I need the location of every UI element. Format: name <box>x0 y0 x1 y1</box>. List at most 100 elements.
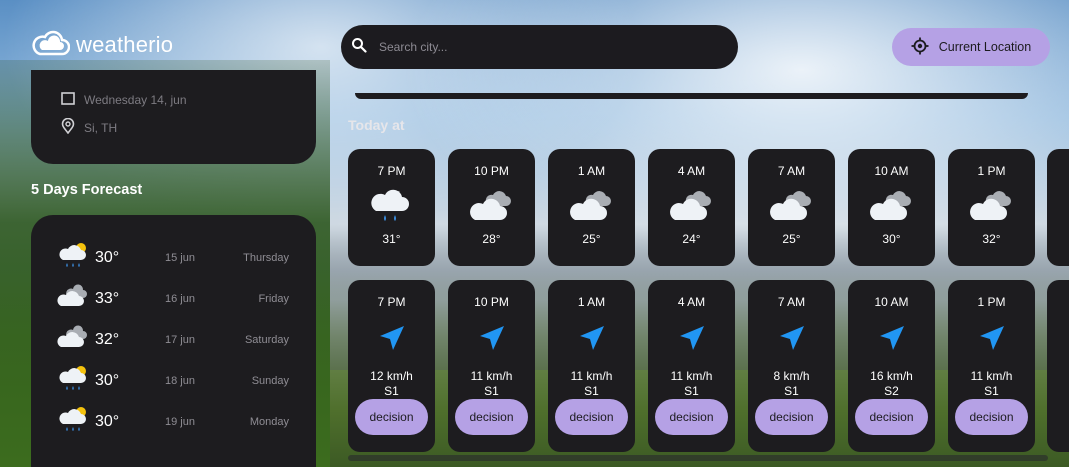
hour-temp: 24° <box>682 232 701 246</box>
decision-button[interactable]: decision <box>855 399 928 435</box>
hour-time: 1 PM <box>977 295 1006 309</box>
hourly-temp-card-partial <box>1047 149 1069 266</box>
wind-direction-icon <box>978 323 1006 353</box>
forecast-row: 30° 18 jun Sunday <box>57 363 289 399</box>
rain-night-icon <box>370 186 414 228</box>
hourly-wind-card: 10 PM 11 km/h S1 decision <box>448 280 535 452</box>
forecast-temp: 30° <box>95 249 120 266</box>
search-icon[interactable] <box>351 37 367 57</box>
hour-time: 10 PM <box>474 295 509 309</box>
forecast-temp: 30° <box>95 413 120 430</box>
hourly-temp-card: 4 AM 24° <box>648 149 735 266</box>
today-title: Today at <box>348 117 405 133</box>
hourly-wind-card: 4 AM 11 km/h S1 decision <box>648 280 735 452</box>
current-location-button[interactable]: Current Location <box>892 28 1050 66</box>
hour-time: 1 PM <box>977 164 1006 178</box>
cloudy-icon <box>469 186 514 228</box>
wind-speed: 8 km/h <box>773 369 810 383</box>
app-logo[interactable]: weatherio <box>30 30 173 60</box>
hourly-wind-card: 7 PM 12 km/h S1 decision <box>348 280 435 452</box>
cloudy-icon <box>57 282 89 316</box>
current-location-row: Si, TH <box>61 117 117 137</box>
forecast-day: Friday <box>258 293 289 305</box>
cloudy-icon <box>769 186 814 228</box>
hourly-wind-card: 10 AM 16 km/h S2 decision <box>848 280 935 452</box>
hourly-temp-card: 7 AM 25° <box>748 149 835 266</box>
wind-direction-icon <box>878 323 906 353</box>
forecast-day: Monday <box>249 416 289 428</box>
decision-button[interactable]: decision <box>455 399 528 435</box>
wind-direction-icon <box>678 323 706 353</box>
cloudy-icon <box>869 186 914 228</box>
horizontal-scrollbar[interactable] <box>348 455 1048 461</box>
hour-time: 10 AM <box>874 164 909 178</box>
app-name: weatherio <box>76 32 174 57</box>
wind-speed: 11 km/h <box>570 369 613 383</box>
hourly-temp-card: 10 PM 28° <box>448 149 535 266</box>
hourly-wind-card: 7 AM 8 km/h S1 decision <box>748 280 835 452</box>
forecast-row: 30° 15 jun Thursday <box>57 240 289 276</box>
hour-temp: 32° <box>982 232 1001 246</box>
hour-time: 7 PM <box>377 164 406 178</box>
wind-dir: S1 <box>684 384 699 398</box>
search-input[interactable] <box>379 40 699 54</box>
decision-button[interactable]: decision <box>755 399 828 435</box>
hour-time: 7 AM <box>777 164 806 178</box>
location-pin-icon <box>61 117 75 137</box>
forecast-row: 30° 19 jun Monday <box>57 404 289 440</box>
forecast-temp: 32° <box>95 331 120 348</box>
hourly-temp-card: 1 PM 32° <box>948 149 1035 266</box>
location-target-icon <box>911 37 929 58</box>
forecast-temp: 33° <box>95 290 120 307</box>
search-bar[interactable] <box>341 25 738 69</box>
forecast-date: 15 jun <box>165 252 195 264</box>
wind-speed: 11 km/h <box>670 369 713 383</box>
forecast-date: 18 jun <box>165 375 195 387</box>
forecast-date: 17 jun <box>165 334 195 346</box>
forecast-day: Sunday <box>251 375 289 387</box>
forecast-day: Saturday <box>244 334 289 346</box>
forecast-row: 33° 16 jun Friday <box>57 281 289 317</box>
forecast-date: 16 jun <box>165 293 195 305</box>
hour-time: 1 AM <box>577 164 606 178</box>
calendar-icon <box>61 92 75 108</box>
wind-dir: S1 <box>784 384 799 398</box>
wind-speed: 11 km/h <box>970 369 1013 383</box>
wind-direction-icon <box>378 323 406 353</box>
section-divider <box>355 93 1028 99</box>
wind-dir: S1 <box>584 384 599 398</box>
forecast-date: 19 jun <box>165 416 195 428</box>
wind-direction-icon <box>778 323 806 353</box>
rain-sun-icon <box>57 405 89 439</box>
hourly-wind-card-partial <box>1047 280 1069 452</box>
hourly-wind-card: 1 AM 11 km/h S1 decision <box>548 280 635 452</box>
cloudy-icon <box>669 186 714 228</box>
cloudy-icon <box>969 186 1014 228</box>
wind-direction-icon <box>478 323 506 353</box>
hour-temp: 25° <box>582 232 601 246</box>
hour-temp: 31° <box>382 232 401 246</box>
forecast-card: 30° 15 jun Thursday 33° 16 jun Friday 32… <box>31 215 316 467</box>
forecast-day: Thursday <box>243 252 289 264</box>
forecast-temp: 30° <box>95 372 120 389</box>
rain-sun-icon <box>57 241 89 275</box>
wind-speed: 12 km/h <box>370 369 413 383</box>
hour-time: 1 AM <box>577 295 606 309</box>
hour-temp: 30° <box>882 232 901 246</box>
current-date: Wednesday 14, jun <box>84 93 187 107</box>
hourly-wind-card: 1 PM 11 km/h S1 decision <box>948 280 1035 452</box>
hourly-temp-card: 1 AM 25° <box>548 149 635 266</box>
wind-dir: S2 <box>884 384 899 398</box>
current-weather-card: Wednesday 14, jun Si, TH <box>31 70 316 164</box>
decision-button[interactable]: decision <box>655 399 728 435</box>
decision-button[interactable]: decision <box>355 399 428 435</box>
decision-button[interactable]: decision <box>955 399 1028 435</box>
wind-speed: 16 km/h <box>870 369 913 383</box>
hourly-temp-card: 7 PM 31° <box>348 149 435 266</box>
decision-button[interactable]: decision <box>555 399 628 435</box>
wind-direction-icon <box>578 323 606 353</box>
hour-temp: 28° <box>482 232 501 246</box>
forecast-row: 32° 17 jun Saturday <box>57 322 289 358</box>
hour-time: 10 PM <box>474 164 509 178</box>
cloudy-icon <box>569 186 614 228</box>
